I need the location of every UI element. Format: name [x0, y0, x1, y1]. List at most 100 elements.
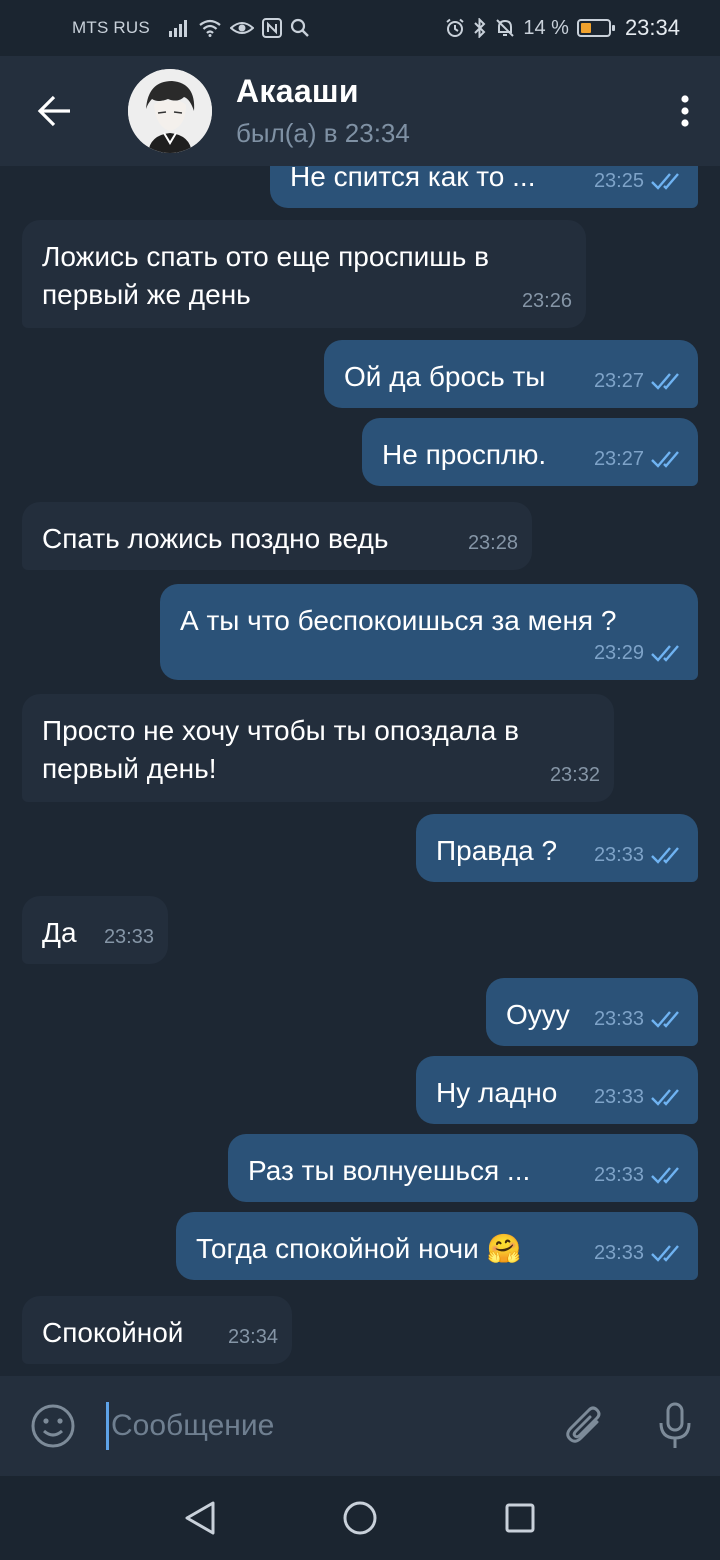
- message-meta: 23:33: [594, 1000, 684, 1038]
- message-outgoing[interactable]: Оууу 23:33: [486, 978, 698, 1046]
- message-outgoing[interactable]: Правда ? 23:33: [416, 814, 698, 882]
- message-text: Оууу: [506, 999, 570, 1030]
- message-text: Просто не хочу чтобы ты опоздала в первы…: [42, 715, 519, 784]
- double-check-icon: [651, 1011, 679, 1028]
- status-bar-right: 14 % 23:34: [445, 15, 680, 41]
- emoji-button[interactable]: [0, 1376, 106, 1476]
- circle-home-icon: [343, 1501, 377, 1535]
- double-check-icon: [651, 451, 679, 468]
- message-text: Правда ?: [436, 835, 558, 866]
- message-meta: 23:27: [594, 362, 684, 400]
- message-time: 23:33: [103, 926, 154, 948]
- last-seen-status: был(а) в 23:34: [236, 118, 410, 148]
- microphone-icon: [659, 1402, 691, 1448]
- message-input[interactable]: [106, 1402, 540, 1450]
- message-text: Раз ты волнуешься ...: [248, 1155, 531, 1186]
- double-check-icon: [651, 1167, 679, 1184]
- message-outgoing[interactable]: Ой да брось ты 23:27: [324, 340, 698, 408]
- chat-header: Акааши был(а) в 23:34: [0, 56, 720, 166]
- message-time: 23:33: [593, 1164, 644, 1186]
- message-meta: 23:33: [594, 836, 684, 874]
- message-text: Да: [42, 917, 77, 948]
- message-text: Ну ладно: [436, 1077, 558, 1108]
- carrier-label: MTS RUS: [72, 18, 150, 37]
- message-text: Спокойной: [42, 1317, 184, 1348]
- message-composer: [0, 1376, 720, 1476]
- bluetooth-icon: [473, 17, 487, 39]
- message-text: Ой да брось ты: [344, 361, 546, 392]
- kebab-menu-icon: [681, 95, 689, 127]
- eye-icon: [229, 17, 254, 39]
- avatar[interactable]: [128, 69, 212, 153]
- voice-record-button[interactable]: [630, 1376, 720, 1476]
- message-meta: 23:26: [522, 282, 572, 320]
- message-time: 23:29: [593, 642, 644, 664]
- message-incoming[interactable]: Спокойной 23:34: [22, 1296, 292, 1364]
- nav-back-button[interactable]: [160, 1478, 240, 1558]
- more-menu-button[interactable]: [650, 56, 720, 166]
- message-text: Спать ложись поздно ведь: [42, 523, 389, 554]
- message-time: 23:25: [593, 170, 644, 192]
- battery-icon: [576, 19, 615, 37]
- message-incoming[interactable]: Да 23:33: [22, 896, 168, 964]
- paperclip-icon: [566, 1406, 601, 1443]
- message-time: 23:28: [467, 532, 518, 554]
- double-check-icon: [651, 847, 679, 864]
- message-meta: 23:33: [594, 1156, 684, 1194]
- battery-percent: 14 %: [523, 16, 569, 39]
- message-time: 23:26: [521, 290, 572, 312]
- message-text: Тогда спокойной ночи 🤗: [196, 1233, 522, 1264]
- message-text: Ложись спать ото еще проспишь в первый ж…: [42, 241, 489, 310]
- message-meta: 23:27: [594, 440, 684, 478]
- contact-name: Акааши: [236, 73, 359, 109]
- message-outgoing[interactable]: Тогда спокойной ночи 🤗 23:33: [176, 1212, 698, 1280]
- nfc-icon: [261, 17, 282, 39]
- message-outgoing[interactable]: Не спится как то ... 23:25: [270, 166, 698, 208]
- wifi-icon: [198, 17, 222, 39]
- message-outgoing[interactable]: Ну ладно 23:33: [416, 1056, 698, 1124]
- message-time: 23:27: [593, 448, 644, 470]
- search-icon: [290, 17, 310, 39]
- message-outgoing[interactable]: А ты что беспокоишься за меня ? 23:29: [160, 584, 698, 680]
- message-meta: 23:34: [228, 1318, 278, 1356]
- double-check-icon: [651, 1245, 679, 1262]
- message-incoming[interactable]: Спать ложись поздно ведь 23:28: [22, 502, 532, 570]
- message-meta: 23:33: [594, 1234, 684, 1272]
- message-time: 23:34: [227, 1326, 278, 1348]
- message-time: 23:27: [593, 370, 644, 392]
- double-check-icon: [651, 373, 679, 390]
- status-bar-left: MTS RUS: [72, 17, 310, 39]
- back-button[interactable]: [0, 56, 110, 166]
- square-recents-icon: [505, 1503, 535, 1533]
- double-check-icon: [651, 173, 679, 190]
- message-time: 23:33: [593, 844, 644, 866]
- message-list[interactable]: Не спится как то ... 23:25 Ложись спать …: [0, 166, 720, 1376]
- chat-title-block[interactable]: Акааши был(а) в 23:34: [236, 73, 650, 149]
- status-bar: MTS RUS 14 % 23:34: [0, 0, 720, 56]
- message-outgoing[interactable]: Раз ты волнуешься ... 23:33: [228, 1134, 698, 1202]
- message-time: 23:33: [593, 1242, 644, 1264]
- message-text: Не спится как то ...: [290, 166, 536, 192]
- smiley-icon: [31, 1404, 75, 1448]
- message-meta: 23:33: [104, 918, 154, 956]
- message-incoming[interactable]: Ложись спать ото еще проспишь в первый ж…: [22, 220, 586, 328]
- message-meta: 23:32: [550, 756, 600, 794]
- double-check-icon: [651, 1089, 679, 1106]
- nav-recents-button[interactable]: [480, 1478, 560, 1558]
- nav-home-button[interactable]: [320, 1478, 400, 1558]
- message-time: 23:32: [549, 764, 600, 786]
- message-incoming[interactable]: Просто не хочу чтобы ты опоздала в первы…: [22, 694, 614, 802]
- message-outgoing[interactable]: Не просплю. 23:27: [362, 418, 698, 486]
- message-text: Не просплю.: [382, 439, 547, 470]
- triangle-back-icon: [185, 1501, 215, 1535]
- double-check-icon: [651, 645, 679, 662]
- message-text: А ты что беспокоишься за меня ?: [180, 605, 617, 636]
- mute-icon: [495, 17, 515, 39]
- message-meta: 23:29: [594, 634, 684, 672]
- attach-button[interactable]: [540, 1376, 630, 1476]
- message-time: 23:33: [593, 1008, 644, 1030]
- arrow-left-icon: [37, 95, 70, 127]
- message-time: 23:33: [593, 1086, 644, 1108]
- message-meta: 23:28: [468, 524, 518, 562]
- system-nav-bar: [0, 1476, 720, 1560]
